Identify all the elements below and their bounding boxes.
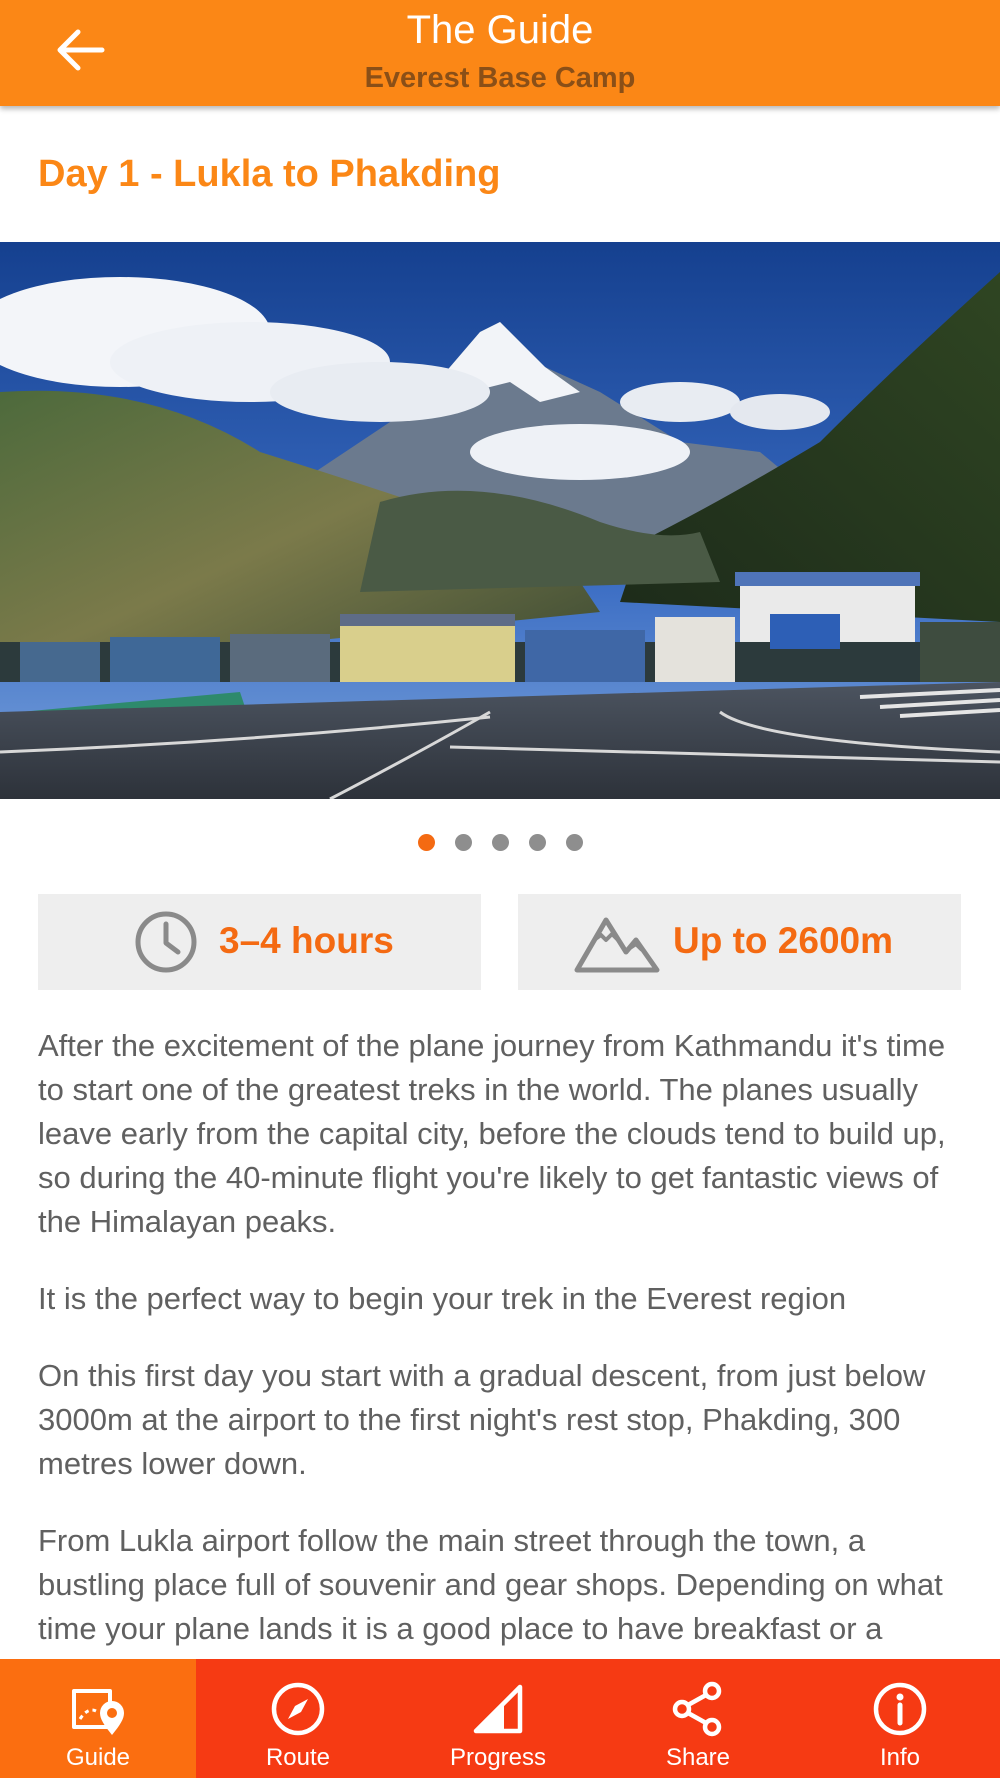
carousel-dot[interactable] [528, 834, 546, 851]
bottom-tab-bar: Guide Route Progress Share Info [0, 1659, 1000, 1778]
tab-info[interactable]: Info [800, 1659, 1000, 1778]
clock-icon [135, 911, 197, 973]
info-icon [873, 1682, 927, 1736]
progress-icon [473, 1684, 523, 1734]
carousel-dot[interactable] [565, 834, 583, 851]
page-subtitle: Everest Base Camp [364, 62, 636, 94]
paragraph: After the excitement of the plane journe… [38, 1028, 946, 1239]
duration-box: 3–4 hours [38, 894, 481, 990]
hero-image-carousel[interactable] [0, 242, 1000, 799]
tab-label: Share [665, 1744, 731, 1771]
tab-label: Progress [449, 1744, 547, 1771]
tab-progress[interactable]: Progress [400, 1659, 596, 1778]
paragraph: On this first day you start with a gradu… [38, 1358, 926, 1481]
tab-label: Guide [65, 1744, 131, 1771]
tab-route[interactable]: Route [196, 1659, 400, 1778]
carousel-dots [0, 834, 1000, 852]
duration-value: 3–4 hours [219, 920, 394, 961]
compass-icon [271, 1682, 325, 1736]
tab-label: Info [879, 1744, 921, 1771]
page-title: The Guide [406, 8, 594, 52]
altitude-box: Up to 2600m [518, 894, 961, 990]
day-title: Day 1 - Lukla to Phakding [38, 153, 501, 195]
carousel-dot[interactable] [417, 834, 435, 851]
carousel-dot[interactable] [491, 834, 509, 851]
day-description: After the excitement of the plane journe… [38, 1024, 968, 1728]
mountain-icon [574, 917, 660, 973]
altitude-value: Up to 2600m [673, 920, 894, 961]
tab-share[interactable]: Share [596, 1659, 800, 1778]
carousel-dot[interactable] [454, 834, 472, 851]
tab-label: Route [265, 1744, 331, 1771]
paragraph: It is the perfect way to begin your trek… [38, 1281, 847, 1316]
share-icon [672, 1681, 722, 1737]
tab-guide[interactable]: Guide [0, 1659, 196, 1778]
app-header: The Guide Everest Base Camp [0, 0, 1000, 106]
hero-photo [0, 242, 1000, 799]
map-pin-icon [72, 1689, 124, 1735]
